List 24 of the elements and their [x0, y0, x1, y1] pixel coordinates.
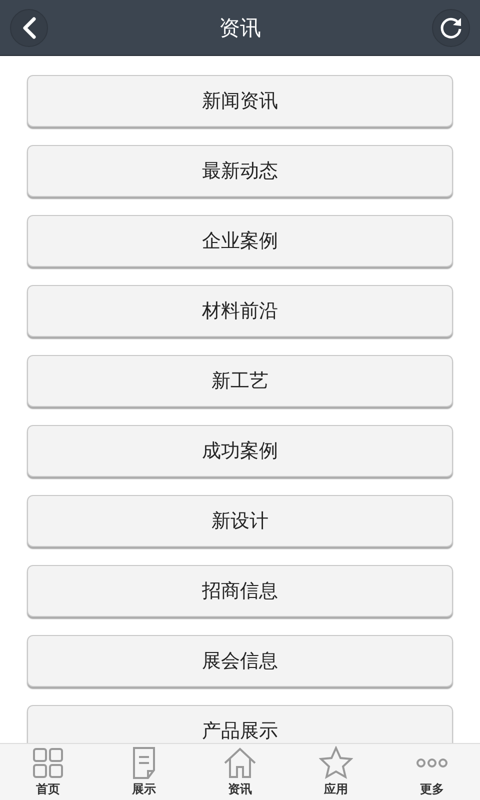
menu-button[interactable]: 新工艺 [27, 355, 453, 407]
tab-button[interactable]: 应用 [288, 744, 384, 800]
tab-button[interactable]: 资讯 [192, 744, 288, 800]
menu-button[interactable]: 展会信息 [27, 635, 453, 687]
tab-button[interactable]: 首页 [0, 744, 96, 800]
menu-button[interactable]: 材料前沿 [27, 285, 453, 337]
refresh-icon [439, 16, 463, 40]
star-icon [319, 746, 353, 780]
tab-button[interactable]: 展示 [96, 744, 192, 800]
menu-button[interactable]: 新设计 [27, 495, 453, 547]
home-icon [223, 746, 257, 780]
grid-icon [31, 746, 65, 780]
dots-icon [415, 758, 449, 768]
page-title: 资讯 [219, 14, 261, 42]
menu-button[interactable]: 企业案例 [27, 215, 453, 267]
back-icon [21, 16, 37, 38]
tab-button[interactable]: 更多 [384, 744, 480, 800]
refresh-button[interactable] [432, 8, 470, 46]
menu-button[interactable]: 产品展示 [27, 705, 453, 743]
back-button[interactable] [10, 8, 48, 46]
menu-button[interactable]: 成功案例 [27, 425, 453, 477]
menu-button[interactable]: 招商信息 [27, 565, 453, 617]
menu-button[interactable]: 最新动态 [27, 145, 453, 197]
menu-button[interactable]: 新闻资讯 [27, 75, 453, 127]
